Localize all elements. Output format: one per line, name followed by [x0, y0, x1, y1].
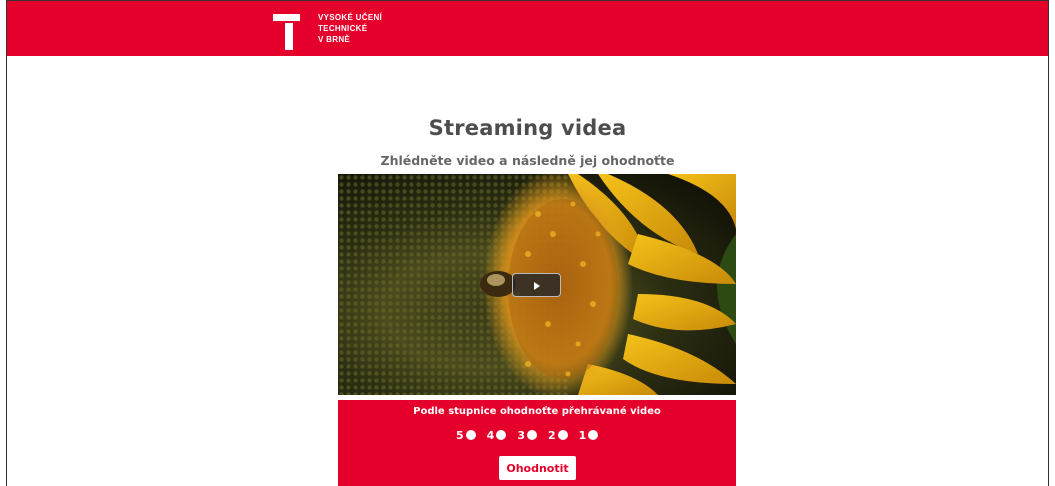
submit-rating-button[interactable]: Ohodnotit	[499, 456, 576, 480]
rating-label-4: 4	[486, 428, 495, 442]
rating-option-4[interactable]: 4	[487, 427, 507, 443]
logo-text: VYSOKÉ UČENÍ TECHNICKÉ V BRNĚ	[318, 12, 382, 45]
rating-radio-5[interactable]	[465, 430, 476, 440]
rating-radio-1[interactable]	[588, 430, 599, 440]
logo-line-1: VYSOKÉ UČENÍ	[318, 13, 383, 22]
rating-label-3: 3	[517, 428, 525, 442]
top-header-bar: VYSOKÉ UČENÍ TECHNICKÉ V BRNĚ	[7, 1, 1048, 56]
vut-t-logo-icon	[271, 11, 301, 51]
rating-radio-2[interactable]	[557, 430, 568, 440]
rating-option-5[interactable]: 5	[456, 427, 476, 443]
window-border-right	[1048, 0, 1049, 486]
window-border-left	[6, 0, 7, 486]
rating-radio-3[interactable]	[526, 430, 537, 440]
rating-label-2: 2	[547, 428, 556, 442]
rating-label-1: 1	[578, 428, 587, 442]
page-subtitle: Zhlédněte video a následně jej ohodnoťte	[380, 153, 675, 168]
play-icon	[534, 282, 540, 290]
video-player[interactable]	[338, 174, 736, 395]
logo-line-3: V BRNĚ	[318, 35, 351, 44]
rating-option-1[interactable]: 1	[579, 427, 599, 443]
page-title: Streaming videa	[428, 116, 627, 140]
logo-line-2: TECHNICKÉ	[318, 24, 368, 33]
play-button[interactable]	[512, 273, 561, 297]
rating-prompt: Podle stupnice ohodnoťte přehrávané vide…	[413, 406, 661, 417]
rating-options: 5 4 3 2 1	[456, 427, 609, 443]
rating-option-3[interactable]: 3	[517, 427, 537, 443]
rating-radio-4[interactable]	[496, 430, 507, 440]
rating-label-5: 5	[456, 428, 464, 442]
rating-option-2[interactable]: 2	[548, 427, 568, 443]
rating-panel: Podle stupnice ohodnoťte přehrávané vide…	[338, 400, 736, 486]
